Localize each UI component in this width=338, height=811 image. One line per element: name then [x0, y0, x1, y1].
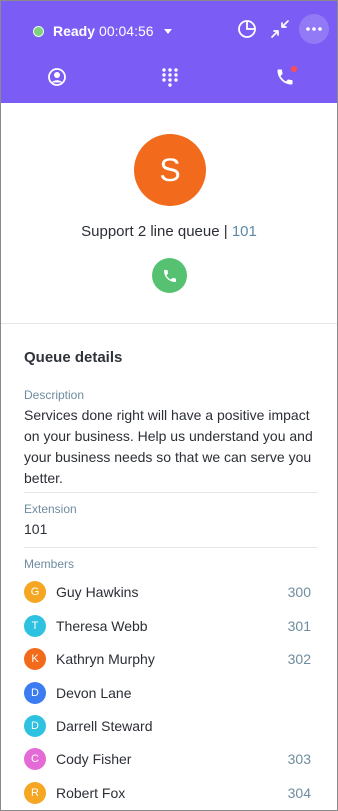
status-selector[interactable]: Ready 00:04:56 — [33, 21, 172, 41]
member-row[interactable]: C Cody Fisher 303 — [24, 747, 311, 771]
member-extension: 304 — [287, 785, 311, 801]
member-name: Kathryn Murphy — [56, 651, 155, 667]
member-row[interactable]: D Darrell Steward — [24, 714, 311, 738]
status-timer: 00:04:56 — [99, 23, 154, 39]
member-name: Theresa Webb — [56, 618, 148, 634]
member-name: Cody Fisher — [56, 751, 132, 767]
divider — [1, 323, 337, 324]
description-label: Description — [24, 388, 85, 402]
member-extension: 303 — [287, 751, 311, 767]
member-row[interactable]: D Devon Lane — [24, 681, 311, 705]
call-button[interactable] — [152, 258, 187, 293]
member-avatar: K — [24, 648, 46, 670]
queue-avatar: S — [134, 134, 206, 206]
queue-extension: 101 — [231, 223, 257, 240]
header-bar: Ready 00:04:56 — [1, 1, 337, 103]
queue-name: Support 2 line queue — [81, 223, 220, 240]
member-row[interactable]: R Robert Fox 304 — [24, 781, 311, 805]
member-avatar: R — [24, 782, 46, 804]
status-label: Ready — [53, 23, 96, 39]
queue-separator: | — [219, 223, 232, 240]
member-row[interactable]: G Guy Hawkins 300 — [24, 580, 311, 604]
phone-icon — [163, 269, 176, 282]
extension-label: Extension — [24, 502, 77, 516]
status-indicator — [33, 25, 44, 37]
queue-title: Support 2 line queue | 101 — [1, 223, 337, 240]
tab-dialpad[interactable] — [158, 65, 182, 89]
dialpad-icon — [162, 68, 178, 87]
section-title: Queue details — [24, 349, 123, 366]
divider — [24, 492, 318, 493]
member-name: Robert Fox — [56, 785, 126, 801]
member-avatar: C — [24, 748, 46, 770]
member-row[interactable]: T Theresa Webb 301 — [24, 614, 311, 638]
description-text: Services done right will have a positive… — [24, 407, 313, 486]
divider — [24, 547, 318, 548]
contact-icon — [48, 68, 66, 86]
queue-panel: Ready 00:04:56 S Support 2 line queue | … — [0, 0, 338, 811]
pie-chart-icon — [238, 20, 256, 38]
member-row[interactable]: K Kathryn Murphy 302 — [24, 647, 311, 671]
more-horizontal-icon — [306, 27, 322, 31]
chevron-down-icon — [163, 28, 172, 34]
minimize-button[interactable] — [268, 17, 292, 41]
member-avatar: D — [24, 715, 46, 737]
tab-calls[interactable] — [273, 65, 297, 89]
member-name: Devon Lane — [56, 685, 132, 701]
extension-value: 101 — [24, 521, 48, 537]
report-button[interactable] — [235, 17, 259, 41]
member-avatar: T — [24, 615, 46, 637]
member-name: Darrell Steward — [56, 718, 153, 734]
tab-contacts[interactable] — [45, 65, 69, 89]
member-extension: 302 — [287, 651, 311, 667]
member-name: Guy Hawkins — [56, 584, 139, 600]
members-label: Members — [24, 557, 75, 571]
member-avatar: D — [24, 682, 46, 704]
more-options-button[interactable] — [299, 14, 329, 44]
notification-dot — [291, 66, 297, 72]
member-extension: 300 — [287, 584, 311, 600]
member-extension: 301 — [287, 618, 311, 634]
collapse-icon — [271, 20, 289, 38]
member-avatar: G — [24, 581, 46, 603]
